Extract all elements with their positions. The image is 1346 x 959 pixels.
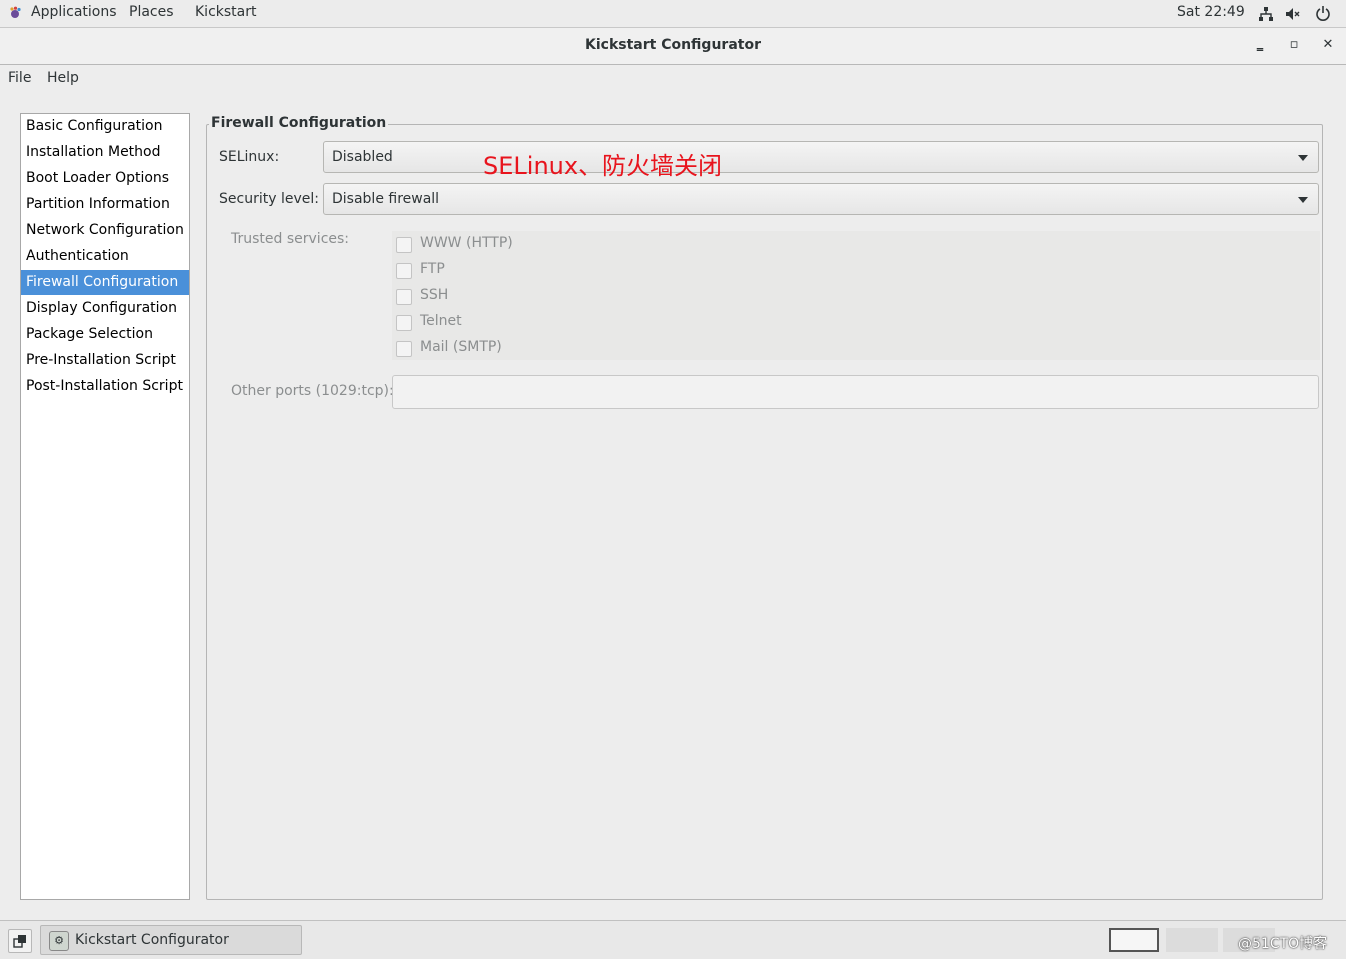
sidebar-item-pre-installation-script[interactable]: Pre-Installation Script (21, 348, 189, 373)
taskbar-item-label: Kickstart Configurator (75, 932, 229, 948)
watermark: @51CTO博客 (1238, 936, 1328, 952)
kickstart-app-icon: ⚙ (49, 931, 69, 951)
window-title: Kickstart Configurator (585, 37, 761, 53)
sidebar-item-boot-loader-options[interactable]: Boot Loader Options (21, 166, 189, 191)
show-desktop-icon[interactable] (8, 929, 32, 953)
kickstart-app-menu[interactable]: Kickstart (195, 4, 256, 20)
clock[interactable]: Sat 22:49 (1177, 4, 1245, 20)
volume-muted-icon[interactable] (1285, 6, 1301, 26)
selinux-value: Disabled (332, 149, 393, 165)
sidebar-item-partition-information[interactable]: Partition Information (21, 192, 189, 217)
mail-smtp-checkbox[interactable] (396, 341, 412, 357)
mail-smtp-label[interactable]: Mail (SMTP) (420, 339, 502, 355)
security-level-dropdown[interactable]: Disable firewall (323, 183, 1319, 215)
sidebar-item-package-selection[interactable]: Package Selection (21, 322, 189, 347)
sidebar-item-authentication[interactable]: Authentication (21, 244, 189, 269)
sidebar-item-firewall-configuration[interactable]: Firewall Configuration (21, 270, 189, 295)
gnome-foot-icon[interactable] (8, 6, 22, 20)
www-http-label[interactable]: WWW (HTTP) (420, 235, 513, 251)
workspace-1[interactable] (1109, 928, 1159, 952)
selinux-dropdown[interactable]: Disabled (323, 141, 1319, 173)
ftp-checkbox[interactable] (396, 263, 412, 279)
section-title: Firewall Configuration (209, 115, 389, 131)
sidebar-item-basic-configuration[interactable]: Basic Configuration (21, 114, 189, 139)
telnet-checkbox[interactable] (396, 315, 412, 331)
other-ports-label: Other ports (1029:tcp): (231, 383, 394, 399)
top-panel: Applications Places Kickstart Sat 22:49 (0, 0, 1346, 28)
section-list: Basic Configuration Installation Method … (20, 113, 190, 900)
menu-bar: File Help (0, 65, 1346, 91)
chevron-down-icon (1298, 155, 1308, 161)
maximize-button[interactable]: ▫ (1286, 37, 1302, 53)
power-icon[interactable] (1315, 5, 1331, 25)
network-icon[interactable] (1258, 6, 1274, 26)
security-level-label: Security level: (219, 191, 319, 207)
file-menu[interactable]: File (8, 70, 31, 86)
ssh-label[interactable]: SSH (420, 287, 448, 303)
security-level-value: Disable firewall (332, 191, 440, 207)
close-button[interactable]: ✕ (1320, 37, 1336, 53)
minimize-button[interactable]: ‗ (1252, 37, 1268, 53)
sidebar-item-post-installation-script[interactable]: Post-Installation Script (21, 374, 189, 399)
sidebar-item-network-configuration[interactable]: Network Configuration (21, 218, 189, 243)
trusted-services-label: Trusted services: (231, 231, 350, 247)
sidebar-item-installation-method[interactable]: Installation Method (21, 140, 189, 165)
telnet-label[interactable]: Telnet (420, 313, 462, 329)
applications-menu[interactable]: Applications (31, 4, 117, 20)
workspace-2[interactable] (1166, 928, 1218, 952)
bottom-panel: ⚙ Kickstart Configurator @51CTO博客 (0, 920, 1346, 959)
ftp-label[interactable]: FTP (420, 261, 445, 277)
trusted-services-list (392, 231, 1320, 360)
ssh-checkbox[interactable] (396, 289, 412, 305)
other-ports-input[interactable] (392, 375, 1319, 409)
chevron-down-icon (1298, 197, 1308, 203)
taskbar-item-kickstart[interactable]: ⚙ Kickstart Configurator (40, 925, 302, 955)
help-menu[interactable]: Help (47, 70, 79, 86)
annotation-text: SELinux、防火墙关闭 (483, 152, 723, 180)
www-http-checkbox[interactable] (396, 237, 412, 253)
selinux-label: SELinux: (219, 149, 280, 165)
places-menu[interactable]: Places (129, 4, 174, 20)
window-titlebar: Kickstart Configurator ‗ ▫ ✕ (0, 28, 1346, 65)
sidebar-item-display-configuration[interactable]: Display Configuration (21, 296, 189, 321)
